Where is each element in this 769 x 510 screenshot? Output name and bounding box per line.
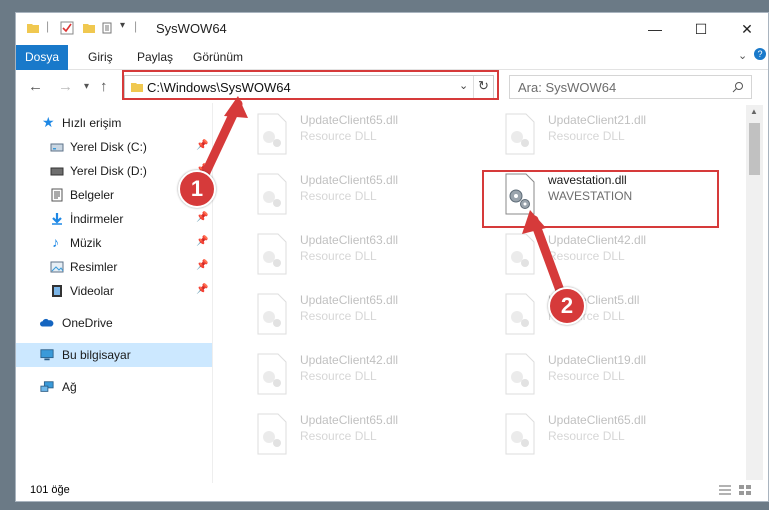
arrow-head [224, 96, 248, 118]
step-2-badge: 2 [548, 287, 586, 325]
step-1-badge: 1 [178, 170, 216, 208]
tutorial-arrows [195, 96, 567, 301]
